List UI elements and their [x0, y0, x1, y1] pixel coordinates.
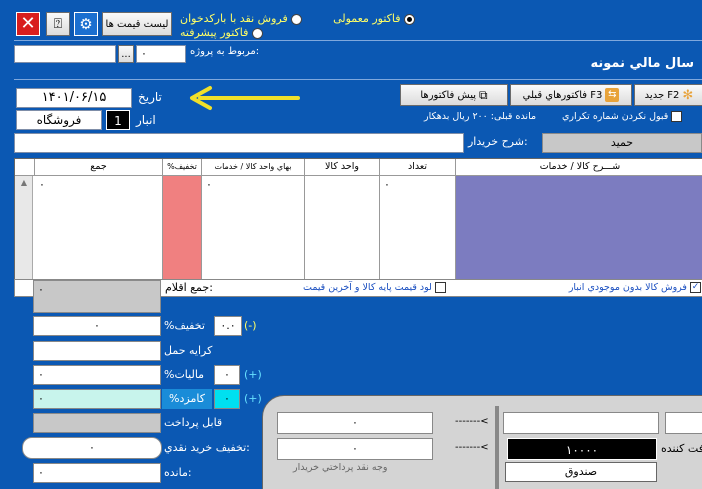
payment-field-1[interactable]: ۰ — [277, 412, 433, 434]
discount-percent-field[interactable]: ۰.۰ — [214, 316, 242, 336]
payable-field — [33, 413, 161, 433]
shipping-field[interactable] — [33, 341, 161, 361]
sell-no-stock-option[interactable]: فروش کالا بدون موجودي انبار ✓ — [569, 282, 701, 293]
payment-arrow-1: -------< — [455, 416, 489, 427]
grid-cell-description[interactable] — [456, 176, 702, 292]
date-label: تاريخ — [138, 90, 162, 104]
grid-cell-total[interactable]: ۰ — [35, 176, 163, 292]
company-title: سال مالي نمونه — [590, 56, 694, 71]
warehouse-name-field[interactable]: فروشگاه — [16, 110, 102, 130]
price-list-button[interactable]: ليست قيمت ها — [102, 12, 172, 36]
grid-scrollbar[interactable]: ▲ ▼ — [15, 176, 33, 292]
refresh-icon: ⇆ — [605, 88, 620, 102]
buyer-description-field[interactable] — [14, 133, 464, 153]
grid-cell-discount[interactable] — [163, 176, 202, 292]
grid-col-total: جمع — [35, 159, 163, 175]
preinvoices-button[interactable]: پيش فاکتورها ⧉ — [400, 84, 508, 106]
grid-col-discount: %تخفيف — [163, 159, 202, 175]
no-duplicate-option[interactable]: قبول نکردن شماره تکراري ✓ — [562, 111, 683, 122]
payment-field-right-1[interactable] — [503, 412, 659, 434]
payment-arrow-2: -------< — [455, 442, 489, 453]
mid-divider — [14, 79, 702, 80]
project-name-field[interactable] — [14, 45, 116, 63]
grid-col-description: شـــرح کالا / خدمات — [456, 159, 702, 175]
grid-col-qty: تعداد — [380, 159, 456, 175]
payment-panel: ۰ -------< ۰ -------< وجه نقد پرداختي خر… — [262, 395, 702, 489]
cash-paid-label: وجه نقد پرداختي خريدار — [293, 462, 388, 473]
remaining-field: ۰ — [33, 463, 161, 483]
buyer-name-field[interactable]: حميد — [542, 133, 702, 153]
load-price-option[interactable]: لود قيمت پايه کالا و آخرين قيمت — [303, 282, 446, 293]
receiver-label: دريافت کننده: — [661, 442, 702, 455]
project-code-field[interactable]: ۰ — [136, 45, 186, 63]
project-label: مربوط به پروژه: — [190, 46, 260, 57]
commission-value-field[interactable]: ۰ — [33, 389, 161, 409]
commission-label-box: %کامزد — [162, 389, 212, 409]
gear-icon: ⚙ — [79, 15, 93, 33]
payment-scroll-left — [495, 406, 499, 489]
cashbox-field[interactable]: صندوق — [505, 462, 657, 482]
preinvoice-icon: ⧉ — [479, 87, 488, 102]
grid-cell-unit-price[interactable]: ۰ — [202, 176, 305, 292]
tax-value-field[interactable]: ۰ — [33, 365, 161, 385]
shipping-label: کرايه حمل — [164, 344, 213, 357]
help-icon: ⍰ — [53, 16, 63, 32]
top-divider — [14, 40, 702, 41]
sale-mode-radios: فاکتور معمولی فروش نقد با بارکدخوان فاکت… — [180, 10, 415, 40]
radio-normal-dot[interactable] — [404, 13, 415, 25]
grid-row-header — [15, 159, 35, 175]
payable-label: قابل پرداخت — [164, 416, 223, 429]
help-button[interactable]: ⍰ — [46, 12, 70, 36]
discount-label: %تخفيف — [164, 319, 205, 332]
radio-barcode-dot[interactable] — [291, 13, 303, 25]
payment-field-far-1[interactable] — [665, 412, 702, 434]
arrow-left-icon — [190, 86, 300, 110]
buyer-description-label: شرح خريدار: — [468, 135, 528, 148]
grid-cell-qty[interactable]: ۰ — [380, 176, 456, 292]
amount-field[interactable]: ۱۰۰۰۰ — [507, 438, 657, 460]
tax-label: %ماليات — [164, 368, 205, 381]
items-grid[interactable]: شـــرح کالا / خدمات تعداد واحد کالا بهاي… — [14, 158, 702, 292]
radio-normal[interactable]: فاکتور معمولی — [333, 12, 415, 25]
prev-balance-text: مانده قبلی: ۲۰۰ ریال بدهکار — [424, 111, 537, 122]
commission-percent-field[interactable]: ۰ — [214, 389, 240, 409]
warehouse-label: انبار — [136, 113, 156, 127]
cash-discount-label: تخفيف خريد نقدي: — [164, 441, 250, 454]
settings-button[interactable]: ⚙ — [74, 12, 98, 36]
new-star-icon: ✻ — [682, 87, 694, 103]
tax-plus-sign: (+) — [244, 368, 262, 381]
discount-minus-sign: (-) — [244, 319, 257, 332]
radio-advanced-dot[interactable] — [251, 27, 263, 39]
sell-no-stock-checkbox[interactable]: ✓ — [690, 282, 701, 293]
tax-percent-field[interactable]: ۰ — [214, 365, 240, 385]
grid-cell-unit[interactable] — [305, 176, 380, 292]
grid-col-unit: واحد کالا — [305, 159, 380, 175]
close-icon: ✕ — [20, 13, 36, 34]
discount-value-field[interactable]: ۰ — [33, 316, 161, 336]
project-browse-button[interactable]: ... — [118, 45, 134, 63]
radio-barcode[interactable]: فروش نقد با بارکدخوان — [180, 12, 303, 25]
payment-field-2[interactable]: ۰ — [277, 438, 433, 460]
commission-plus-sign: (+) — [244, 392, 262, 405]
total-items-label: جمع اقلام: — [165, 281, 213, 294]
radio-advanced[interactable]: فاکتور پیشرفته — [180, 26, 263, 39]
previous-invoices-button[interactable]: فاکتورهاي قبلي F3 ⇆ — [510, 84, 632, 106]
remaining-label: مانده: — [164, 466, 192, 479]
cash-discount-field[interactable]: ۰ — [22, 437, 162, 459]
load-price-checkbox[interactable] — [434, 282, 446, 293]
no-duplicate-checkbox[interactable]: ✓ — [671, 111, 683, 122]
date-field[interactable]: ۱۴۰۱/۰۶/۱۵ — [16, 88, 132, 108]
new-invoice-button[interactable]: جديد F2 ✻ — [634, 84, 702, 106]
grid-col-unit-price: بهاي واحد کالا / خدمات — [202, 159, 305, 175]
warehouse-code-field[interactable]: 1 — [106, 110, 130, 130]
scroll-up-icon[interactable]: ▲ — [15, 178, 33, 187]
total-items-field: ۰ — [33, 280, 161, 313]
close-button[interactable]: ✕ — [16, 12, 40, 36]
